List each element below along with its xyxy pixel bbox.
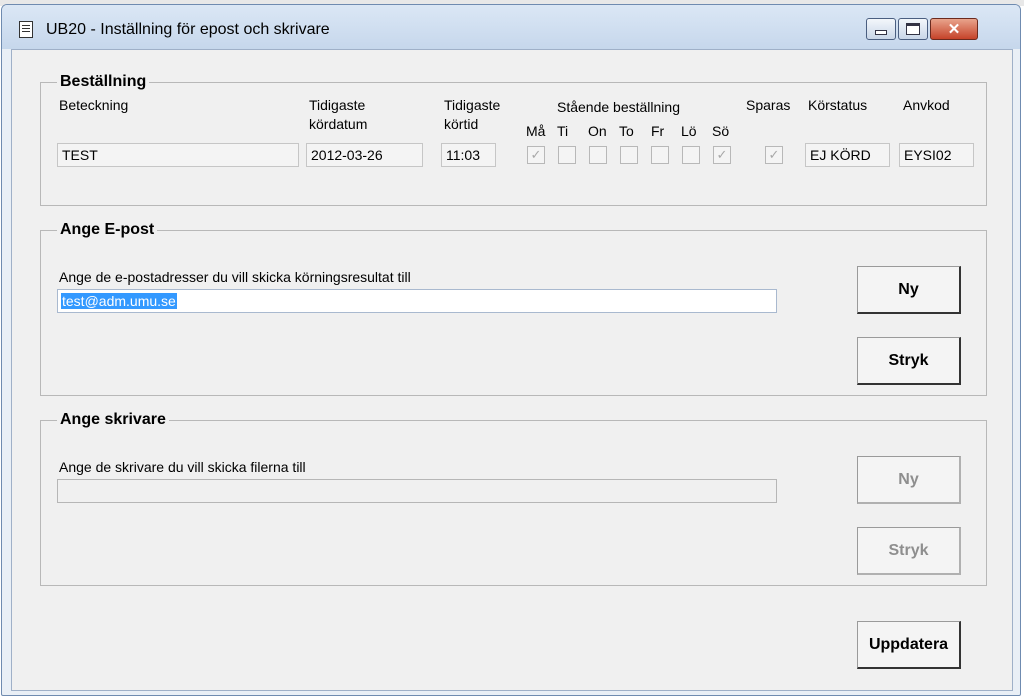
designation-field: TEST [57, 143, 299, 167]
day-label-so: Sö [712, 123, 730, 139]
email-group: Ange E-post Ange de e-postadresser du vi… [40, 221, 987, 396]
printer-new-button[interactable]: Ny [857, 456, 961, 504]
day-checkbox-fr[interactable] [651, 146, 669, 164]
run-status-header: Körstatus [808, 97, 868, 113]
printer-legend: Ange skrivare [57, 411, 169, 429]
day-checkbox-so[interactable]: ✓ [713, 146, 731, 164]
printer-input[interactable] [57, 479, 777, 503]
minimize-button[interactable] [866, 18, 896, 40]
dialog-content: Beställning Beteckning Tidigaste kördatu… [11, 49, 1013, 691]
user-code-field: EYSI02 [899, 143, 974, 167]
document-icon [19, 21, 33, 38]
earliest-date-header-line2: kördatum [309, 116, 368, 132]
day-label-ma: Må [526, 123, 546, 139]
day-checkbox-ti[interactable] [558, 146, 576, 164]
user-code-header: Anvkod [903, 97, 950, 113]
day-label-to: To [619, 123, 634, 139]
day-label-ti: Ti [557, 123, 569, 139]
printer-group: Ange skrivare Ange de skrivare du vill s… [40, 411, 987, 586]
day-checkbox-on[interactable] [589, 146, 607, 164]
maximize-icon [906, 23, 920, 35]
day-checkbox-ma[interactable]: ✓ [527, 146, 545, 164]
earliest-date-header-line1: Tidigaste [309, 97, 366, 113]
window-title: UB20 - Inställning för epost och skrivar… [46, 21, 330, 38]
email-input[interactable]: test@adm.umu.se [57, 289, 777, 313]
title-bar[interactable]: UB20 - Inställning för epost och skrivar… [2, 5, 1020, 49]
day-checkbox-lo[interactable] [682, 146, 700, 164]
close-icon: ✕ [947, 21, 961, 38]
earliest-time-header-line1: Tidigaste [444, 97, 501, 113]
save-header: Sparas [746, 97, 791, 113]
earliest-time-header-line2: körtid [444, 116, 479, 132]
email-delete-button[interactable]: Stryk [857, 337, 961, 385]
day-checkbox-to[interactable] [620, 146, 638, 164]
day-label-fr: Fr [651, 123, 665, 139]
email-address-text: test@adm.umu.se [61, 293, 177, 309]
close-button[interactable]: ✕ [930, 18, 978, 40]
order-legend: Beställning [57, 73, 150, 91]
dialog-window: UB20 - Inställning för epost och skrivar… [1, 4, 1021, 696]
order-group: Beställning Beteckning Tidigaste kördatu… [40, 73, 987, 206]
email-instruction: Ange de e-postadresser du vill skicka kö… [59, 269, 411, 285]
run-status-field: EJ KÖRD [805, 143, 890, 167]
printer-delete-button[interactable]: Stryk [857, 527, 961, 575]
email-legend: Ange E-post [57, 221, 158, 239]
maximize-button[interactable] [898, 18, 928, 40]
minimize-icon [875, 29, 887, 35]
email-new-button[interactable]: Ny [857, 266, 961, 314]
save-checkbox[interactable]: ✓ [765, 146, 783, 164]
update-button[interactable]: Uppdatera [857, 621, 961, 669]
day-label-lo: Lö [681, 123, 697, 139]
printer-instruction: Ange de skrivare du vill skicka filerna … [59, 459, 306, 475]
earliest-time-field: 11:03 [441, 143, 496, 167]
day-label-on: On [588, 123, 607, 139]
standing-order-header: Stående beställning [557, 99, 680, 115]
designation-header: Beteckning [59, 97, 129, 113]
earliest-date-field: 2012-03-26 [306, 143, 423, 167]
